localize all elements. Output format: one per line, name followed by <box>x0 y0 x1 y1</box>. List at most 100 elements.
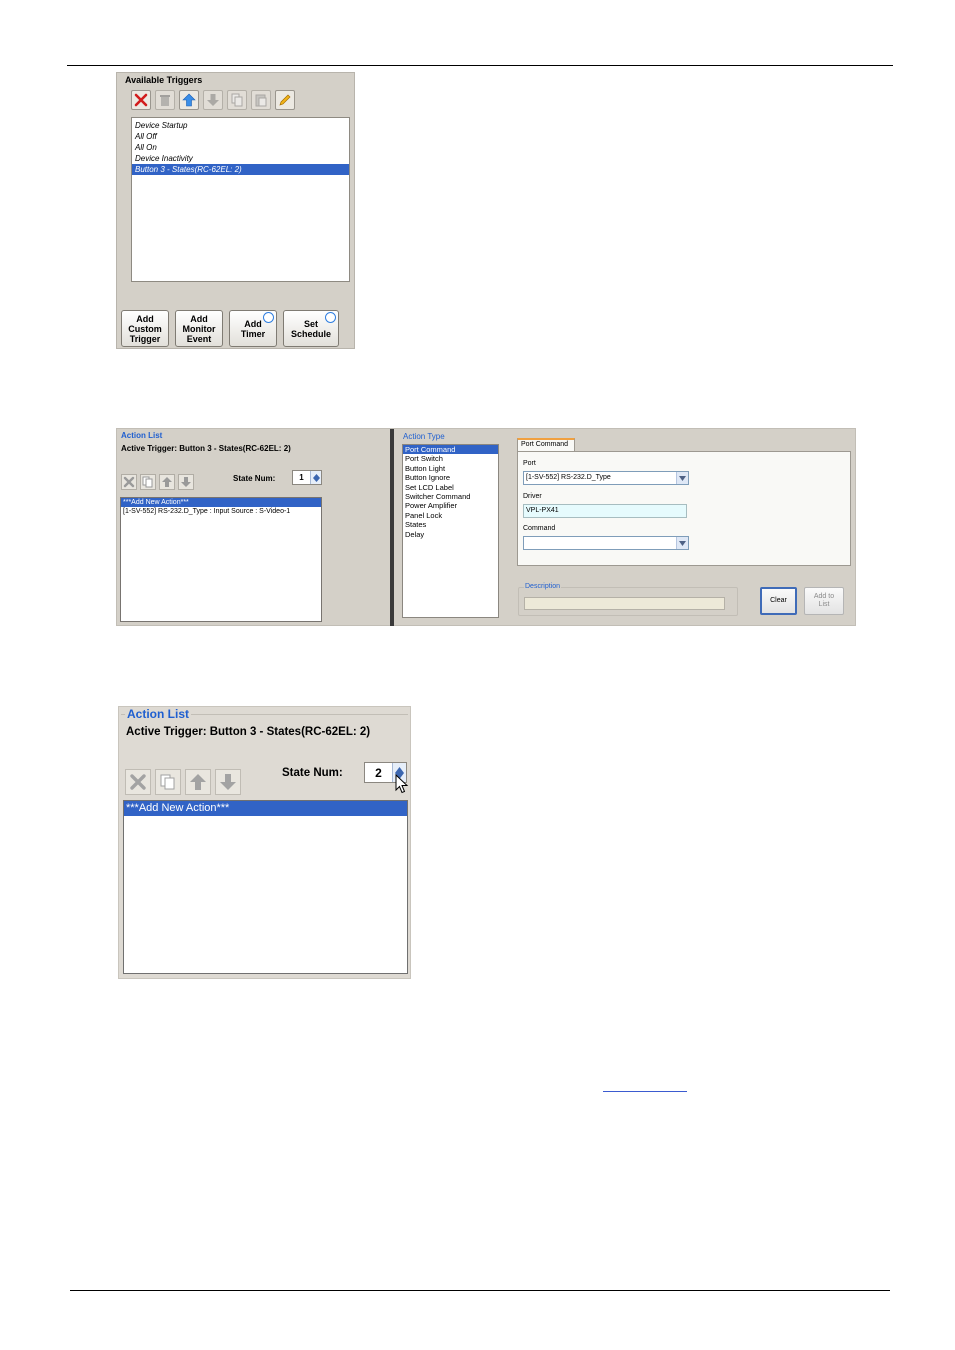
state-num-label: State Num: <box>233 474 276 483</box>
add-monitor-event-button[interactable]: Add Monitor Event <box>175 310 223 347</box>
action-type-item[interactable]: Switcher Command <box>403 492 498 501</box>
action-type-item[interactable]: Button Light <box>403 464 498 473</box>
move-down-trigger-button[interactable] <box>203 90 223 110</box>
paste-icon <box>255 94 267 107</box>
hyperlink-underline[interactable] <box>603 1091 687 1092</box>
action-type-item[interactable]: Port Switch <box>403 454 498 463</box>
move-up-action-button[interactable] <box>159 474 175 490</box>
port-dropdown[interactable]: [1-SV-552] RS-232.D_Type <box>523 471 689 485</box>
timer-icon <box>263 312 274 323</box>
add-timer-button[interactable]: Add Timer <box>229 310 277 347</box>
delete-action-button[interactable] <box>125 769 151 795</box>
header-rule <box>67 65 893 66</box>
action-list-zoom-panel: Action List Active Trigger: Button 3 - S… <box>118 706 411 979</box>
action-list-item-selected[interactable]: ***Add New Action*** <box>124 801 407 816</box>
action-toolbar <box>121 474 194 490</box>
trigger-item[interactable]: Device Startup <box>132 120 349 131</box>
command-label: Command <box>523 525 556 532</box>
action-list[interactable]: ***Add New Action*** [1-SV-552] RS-232.D… <box>120 497 322 622</box>
copy-trigger-button[interactable] <box>227 90 247 110</box>
command-dropdown[interactable] <box>523 536 689 550</box>
action-type-item[interactable]: Delay <box>403 530 498 539</box>
panel-divider[interactable] <box>390 429 394 626</box>
active-trigger-label: Active Trigger: Button 3 - States(RC-62E… <box>126 726 371 738</box>
trigger-item[interactable]: All On <box>132 142 349 153</box>
action-type-title: Action Type <box>403 432 445 441</box>
action-type-item[interactable]: Panel Lock <box>403 511 498 520</box>
move-down-action-button[interactable] <box>215 769 241 795</box>
move-down-action-button[interactable] <box>178 474 194 490</box>
action-type-item[interactable]: Power Amplifier <box>403 501 498 510</box>
available-triggers-panel: Available Triggers Device Startup All Of… <box>116 72 355 349</box>
action-list-item-selected[interactable]: ***Add New Action*** <box>121 498 321 507</box>
set-schedule-label: Set Schedule <box>290 318 331 339</box>
action-list-title: Action List <box>121 431 163 440</box>
trigger-list[interactable]: Device Startup All Off All On Device Ina… <box>131 117 350 282</box>
delete-icon <box>130 774 146 790</box>
paste-trigger-button[interactable] <box>251 90 271 110</box>
move-down-icon <box>220 774 236 790</box>
delete-icon <box>123 476 135 488</box>
copy-icon <box>142 476 153 488</box>
chevron-down-icon <box>679 475 686 481</box>
add-to-list-button[interactable]: Add to List <box>804 587 844 615</box>
action-type-item-selected[interactable]: Port Command <box>403 445 498 455</box>
state-num-value: 2 <box>375 765 382 780</box>
active-trigger-label: Active Trigger: Button 3 - States(RC-62E… <box>121 444 291 453</box>
clock-icon <box>325 312 336 323</box>
action-type-list[interactable]: Port Command Port Switch Button Light Bu… <box>402 444 499 618</box>
trash-icon <box>160 95 170 106</box>
state-num-spinner[interactable]: 1 <box>292 470 322 485</box>
driver-label: Driver <box>523 493 542 500</box>
action-list[interactable]: ***Add New Action*** <box>123 800 408 974</box>
chevron-down-icon <box>312 477 320 482</box>
copy-action-button[interactable] <box>155 769 181 795</box>
move-up-icon <box>190 774 206 790</box>
trigger-item[interactable]: All Off <box>132 131 349 142</box>
action-type-item[interactable]: States <box>403 520 498 529</box>
driver-field[interactable]: VPL-PX41 <box>523 504 687 518</box>
move-up-trigger-button[interactable] <box>179 90 199 110</box>
action-toolbar <box>125 769 241 795</box>
description-field[interactable] <box>524 597 725 610</box>
move-down-icon <box>181 477 191 487</box>
move-down-icon <box>207 94 219 106</box>
footer-rule <box>70 1290 890 1291</box>
action-list-item[interactable]: [1-SV-552] RS-232.D_Type : Input Source … <box>121 507 321 516</box>
mouse-pointer-icon <box>395 774 409 794</box>
clear-button[interactable]: Clear <box>760 587 797 615</box>
available-triggers-title: Available Triggers <box>125 75 203 85</box>
move-up-action-button[interactable] <box>185 769 211 795</box>
copy-action-button[interactable] <box>140 474 156 490</box>
dropdown-button[interactable] <box>676 472 688 484</box>
move-up-icon <box>162 477 172 487</box>
chevron-down-icon <box>679 540 686 546</box>
edit-trigger-button[interactable] <box>275 90 295 110</box>
trigger-buttons-row: Add Custom Trigger Add Monitor Event Add… <box>121 310 339 347</box>
state-num-value: 1 <box>299 473 304 482</box>
trigger-item[interactable]: Device Inactivity <box>132 153 349 164</box>
add-timer-label: Add Timer <box>240 318 266 339</box>
port-value: [1-SV-552] RS-232.D_Type <box>526 474 611 481</box>
port-label: Port <box>523 460 536 467</box>
spinner-arrows[interactable] <box>310 471 321 484</box>
edit-icon <box>279 94 291 106</box>
add-custom-trigger-button[interactable]: Add Custom Trigger <box>121 310 169 347</box>
description-label: Description <box>524 583 562 590</box>
dropdown-button[interactable] <box>676 537 688 549</box>
set-schedule-button[interactable]: Set Schedule <box>283 310 339 347</box>
delete-trigger-button[interactable] <box>131 90 151 110</box>
move-up-icon <box>182 93 196 107</box>
copy-icon <box>231 93 243 107</box>
trigger-item-selected[interactable]: Button 3 - States(RC-62EL: 2) <box>132 164 349 175</box>
action-editor-panel: Action List Active Trigger: Button 3 - S… <box>116 428 856 626</box>
port-command-pane: Port [1-SV-552] RS-232.D_Type Driver VPL… <box>517 451 851 566</box>
delete-action-button[interactable] <box>121 474 137 490</box>
state-num-label: State Num: <box>282 767 343 779</box>
action-type-item[interactable]: Button Ignore <box>403 473 498 482</box>
trash-trigger-button[interactable] <box>155 90 175 110</box>
trigger-toolbar <box>131 90 295 110</box>
action-type-item[interactable]: Set LCD Label <box>403 483 498 492</box>
tab-port-command[interactable]: Port Command <box>517 438 575 451</box>
copy-icon <box>160 774 175 790</box>
